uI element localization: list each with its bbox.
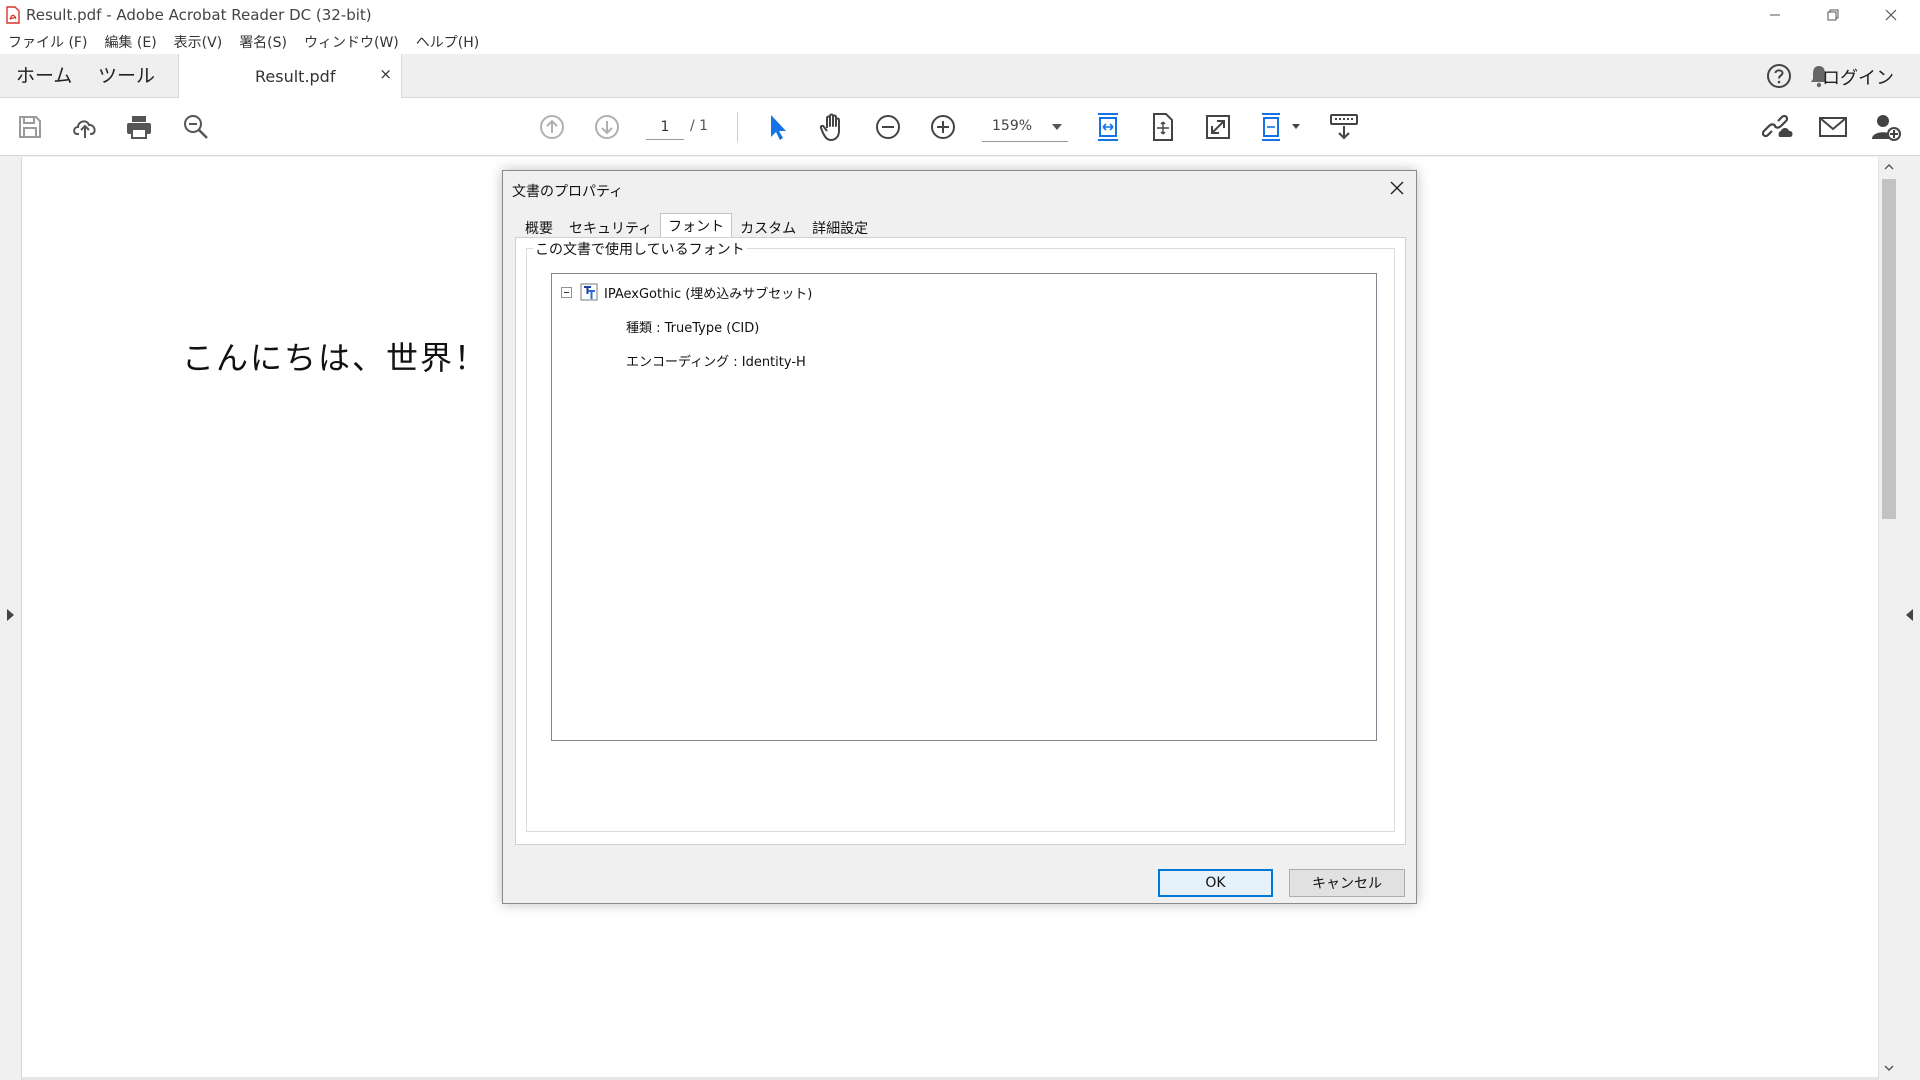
mail-icon (1819, 117, 1847, 137)
document-tab-label: Result.pdf (255, 67, 336, 86)
title-bar: Result.pdf - Adobe Acrobat Reader DC (32… (0, 0, 1920, 30)
read-mode-button[interactable] (1328, 111, 1360, 143)
truetype-font-icon (580, 283, 598, 301)
hand-icon (819, 113, 840, 141)
minus-circle-icon (876, 115, 900, 139)
link-cloud-icon (1762, 114, 1793, 138)
ok-button[interactable]: OK (1158, 869, 1273, 897)
cancel-button[interactable]: キャンセル (1289, 869, 1405, 897)
window-close-button[interactable] (1862, 0, 1920, 30)
fit-width-button[interactable] (1092, 111, 1124, 143)
window-controls (1746, 0, 1920, 30)
scroll-down-icon[interactable] (1884, 1063, 1894, 1073)
login-button[interactable]: ログイン (1822, 64, 1894, 90)
right-panel (1878, 157, 1920, 1080)
expand-right-panel-icon[interactable] (1906, 609, 1913, 621)
hand-tool-button[interactable] (817, 111, 849, 143)
zoom-search-icon (184, 115, 208, 139)
fonts-group-label: この文書で使用しているフォント (533, 239, 747, 259)
dialog-tabs: 概要 セキュリティ フォント カスタム 詳細設定 (517, 213, 876, 237)
help-icon[interactable] (1766, 63, 1792, 89)
menu-edit[interactable]: 編集 (E) (104, 32, 156, 52)
window-title: Result.pdf - Adobe Acrobat Reader DC (32… (26, 6, 372, 24)
restore-button[interactable] (1804, 0, 1862, 30)
zoom-in-button[interactable] (927, 111, 959, 143)
tab-advanced[interactable]: 詳細設定 (804, 215, 876, 237)
plus-circle-icon (931, 115, 955, 139)
minimize-icon (1770, 14, 1780, 16)
menu-bar: ファイル (F) 編集 (E) 表示(V) 署名(S) ウィンドウ(W) ヘルプ… (0, 30, 1920, 54)
email-button[interactable] (1817, 111, 1849, 143)
menu-view[interactable]: 表示(V) (174, 32, 223, 52)
font-tree-view[interactable]: IPAexGothic (埋め込みサブセット) 種類 : TrueType (C… (551, 273, 1377, 741)
tab-custom[interactable]: カスタム (732, 215, 804, 237)
toolbar-divider (737, 112, 738, 142)
collapse-toggle-icon[interactable] (561, 287, 572, 298)
tab-home[interactable]: ホーム (16, 54, 72, 98)
document-properties-dialog: 文書のプロパティ 概要 セキュリティ フォント カスタム 詳細設定 この文書で使… (502, 170, 1417, 904)
close-icon (1885, 9, 1897, 21)
fit-page-button[interactable] (1147, 111, 1179, 143)
page-display-button[interactable] (1258, 111, 1290, 143)
print-icon (127, 116, 151, 139)
menu-window[interactable]: ウィンドウ(W) (304, 32, 399, 52)
font-name[interactable]: IPAexGothic (埋め込みサブセット) (604, 283, 812, 302)
fit-page-icon (1153, 113, 1173, 141)
keyboard-scroll-icon (1330, 114, 1358, 140)
zoom-value: 159% (992, 118, 1033, 134)
scroll-up-icon[interactable] (1884, 162, 1894, 172)
vertical-scrollbar[interactable] (1878, 157, 1898, 1080)
font-encoding: エンコーディング : Identity-H (626, 355, 806, 370)
document-tab-close-button[interactable]: × (379, 65, 392, 83)
zoom-dropdown[interactable]: 159% (982, 114, 1068, 142)
search-button[interactable] (180, 111, 212, 143)
fonts-group-box: この文書で使用しているフォント IPAexGothic (埋め込みサブセット) … (526, 239, 1395, 832)
menu-help[interactable]: ヘルプ(H) (416, 32, 479, 52)
fit-width-icon (1098, 113, 1118, 141)
fonts-tab-panel: この文書で使用しているフォント IPAexGothic (埋め込みサブセット) … (515, 237, 1406, 845)
expand-icon (1206, 115, 1230, 139)
restore-icon (1827, 9, 1839, 21)
share-link-button[interactable] (1762, 111, 1794, 143)
arrow-down-circle-icon (595, 115, 619, 139)
add-user-button[interactable] (1870, 111, 1902, 143)
select-tool-button[interactable] (762, 111, 794, 143)
dialog-title: 文書のプロパティ (512, 184, 624, 200)
left-panel-toggle[interactable] (0, 157, 22, 1080)
page-text: こんにちは、世界！ (182, 339, 489, 377)
caret-down-icon[interactable] (1291, 123, 1301, 131)
cloud-upload-icon (73, 120, 96, 138)
tab-tools[interactable]: ツール (98, 54, 155, 98)
page-scroll-icon (1262, 113, 1280, 141)
next-page-button[interactable] (591, 111, 623, 143)
tab-document[interactable]: Result.pdf × (178, 54, 402, 99)
save-button[interactable] (14, 111, 46, 143)
full-screen-button[interactable] (1202, 111, 1234, 143)
font-type: 種類 : TrueType (CID) (626, 321, 760, 336)
expand-left-icon (7, 609, 14, 621)
tab-bar: ホーム ツール Result.pdf × ログイン (0, 54, 1920, 99)
upload-button[interactable] (69, 111, 101, 143)
page-total: / 1 (690, 118, 709, 134)
prev-page-button[interactable] (536, 111, 568, 143)
cursor-arrow-icon (771, 115, 786, 140)
acrobat-pdf-icon (6, 6, 20, 24)
save-icon (19, 116, 41, 138)
scrollbar-thumb[interactable] (1882, 179, 1896, 519)
page-number-input[interactable] (646, 114, 684, 140)
zoom-out-button[interactable] (872, 111, 904, 143)
print-button[interactable] (123, 111, 155, 143)
chevron-down-icon (1052, 124, 1062, 130)
menu-sign[interactable]: 署名(S) (239, 32, 287, 52)
dialog-close-button[interactable] (1388, 179, 1406, 197)
tab-security[interactable]: セキュリティ (561, 215, 660, 237)
menu-file[interactable]: ファイル (F) (8, 32, 87, 52)
minimize-button[interactable] (1746, 0, 1804, 30)
arrow-up-circle-icon (540, 115, 564, 139)
toolbar: / 1 159% (0, 98, 1920, 156)
add-user-icon (1872, 115, 1901, 141)
tab-fonts[interactable]: フォント (660, 213, 733, 237)
tab-summary[interactable]: 概要 (517, 215, 561, 237)
